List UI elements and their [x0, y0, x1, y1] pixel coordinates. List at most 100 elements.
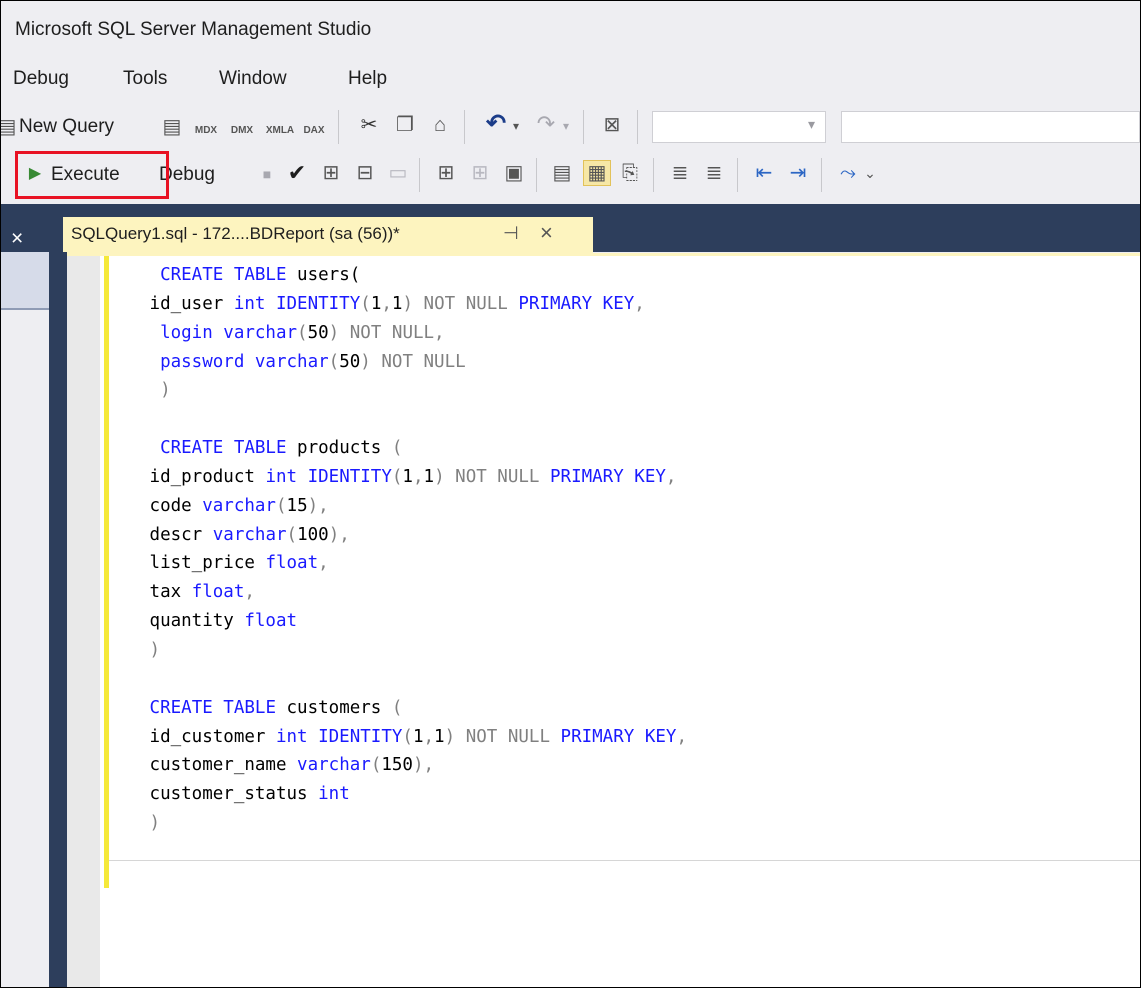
code-line: , — [634, 293, 645, 314]
display-estimated-plan-icon[interactable]: ⊞ — [318, 161, 344, 185]
analysis-services-dax-icon[interactable]: DAX — [301, 119, 327, 143]
available-databases-combo[interactable]: ▾ — [652, 111, 826, 143]
analysis-services-dmx-icon[interactable]: DMX — [229, 119, 255, 143]
toolbar-separator — [821, 158, 822, 192]
code-line: code — [149, 495, 192, 516]
database-engine-query-icon[interactable]: ▤ — [159, 115, 185, 139]
code-line: ), — [328, 524, 350, 545]
undo-icon[interactable]: ↶ — [483, 112, 509, 136]
menu-help[interactable]: Help — [348, 68, 387, 90]
code-line: ( — [370, 755, 382, 776]
code-line: NOT NULL — [455, 466, 540, 487]
code-line: id_customer — [149, 726, 266, 747]
results-to-grid-icon[interactable]: ▦ — [583, 160, 611, 186]
pin-tab-icon[interactable]: ⊣ — [503, 223, 519, 244]
code-line: float — [191, 582, 245, 603]
code-line: ) — [444, 726, 456, 747]
code-line: ) — [160, 380, 171, 401]
code-line: varchar — [202, 495, 276, 516]
window-title: Microsoft SQL Server Management Studio — [15, 19, 372, 40]
analysis-services-xmla-icon[interactable]: XMLA — [265, 119, 295, 143]
current-line-highlight — [109, 860, 1140, 861]
code-line: 1 — [434, 726, 445, 747]
code-line: PRIMARY KEY — [560, 726, 677, 747]
code-line: ) — [328, 322, 340, 343]
code-line: descr — [149, 524, 203, 545]
sql-code[interactable]: CREATE TABLE users( id_user int IDENTITY… — [139, 261, 687, 838]
comment-out-icon[interactable]: ≣ — [667, 161, 693, 185]
code-line: ( — [402, 726, 413, 747]
cut-icon[interactable]: ✂ — [356, 113, 382, 137]
code-line: , — [381, 293, 392, 314]
new-query-button[interactable]: New Query — [19, 116, 114, 138]
code-line: PRIMARY KEY — [518, 293, 635, 314]
code-line: 50 — [307, 322, 329, 343]
code-line: , — [665, 466, 677, 487]
code-line: customer_status — [149, 784, 308, 805]
query-designer-icon[interactable]: ⊟ — [352, 161, 378, 185]
code-line: CREATE TABLE — [149, 697, 276, 718]
toolbar-separator — [464, 110, 465, 144]
undo-dropdown-icon[interactable]: ▾ — [509, 114, 523, 138]
increase-indent-icon[interactable]: ⇥ — [785, 161, 811, 185]
client-statistics-icon[interactable]: ▣ — [501, 161, 527, 185]
cancel-query-icon[interactable]: ■ — [254, 162, 280, 186]
code-line: NOT NULL — [423, 293, 508, 314]
decrease-indent-icon[interactable]: ⇤ — [751, 161, 777, 185]
close-tab-icon[interactable]: × — [540, 220, 553, 246]
redo-dropdown-icon[interactable]: ▾ — [559, 114, 573, 138]
code-line: NOT NULL — [465, 726, 550, 747]
results-to-text-icon[interactable]: ▤ — [549, 161, 575, 185]
close-panel-icon[interactable]: × — [11, 227, 23, 251]
code-line: products — [286, 438, 392, 459]
toolbar-overflow-icon[interactable]: ⌄ — [863, 161, 877, 185]
code-line: int IDENTITY — [275, 726, 403, 747]
menu-tools[interactable]: Tools — [123, 68, 167, 90]
specify-template-values-icon[interactable]: ⤳ — [835, 161, 861, 185]
uncomment-icon[interactable]: ≣ — [701, 161, 727, 185]
query-editor[interactable]: CREATE TABLE users( id_user int IDENTITY… — [67, 256, 1140, 987]
code-line: ), — [307, 495, 329, 516]
code-line: ( — [297, 322, 308, 343]
code-line: 150 — [381, 755, 413, 776]
code-line: , — [244, 582, 255, 603]
code-line: float — [244, 611, 298, 632]
code-line: ( — [286, 524, 298, 545]
include-actual-plan-icon[interactable]: ⊞ — [467, 161, 493, 185]
solution-configurations-combo[interactable] — [841, 111, 1140, 143]
execute-highlight-box — [15, 151, 169, 199]
panel-splitter[interactable] — [49, 252, 67, 987]
results-to-file-icon[interactable]: ⎘ — [617, 161, 643, 185]
parse-check-icon[interactable]: ✔ — [284, 161, 310, 185]
analysis-services-mdx-icon[interactable]: MDX — [193, 119, 219, 143]
code-line: NOT NULL — [381, 351, 466, 372]
code-line: varchar — [297, 755, 371, 776]
toolbar-separator — [637, 110, 638, 144]
code-line: ) — [402, 293, 413, 314]
activity-monitor-icon[interactable]: ⊠ — [599, 113, 625, 137]
menu-debug[interactable]: Debug — [13, 68, 69, 90]
menu-window[interactable]: Window — [219, 68, 287, 90]
intellisense-icon[interactable]: ⊞ — [433, 161, 459, 185]
copy-icon[interactable]: ❐ — [392, 113, 418, 137]
options-icon[interactable]: ▭ — [385, 161, 411, 185]
tab-label: SQLQuery1.sql - 172....BDReport (sa (56)… — [71, 224, 400, 243]
sql-editor-toolbar: ▶ Execute Debug ■ ✔ ⊞ ⊟ ▭ ⊞ ⊞ ▣ ▤ ▦ ⎘ ≣ … — [1, 151, 1140, 199]
panel-divider — [1, 308, 49, 310]
code-line: login varchar — [160, 322, 298, 343]
paste-icon[interactable]: ⌂ — [427, 113, 453, 137]
redo-icon[interactable]: ↷ — [533, 112, 559, 136]
code-line: 1 — [412, 726, 424, 747]
code-line: tax — [149, 582, 182, 603]
tab-sqlquery1[interactable]: SQLQuery1.sql - 172....BDReport (sa (56)… — [63, 217, 593, 253]
